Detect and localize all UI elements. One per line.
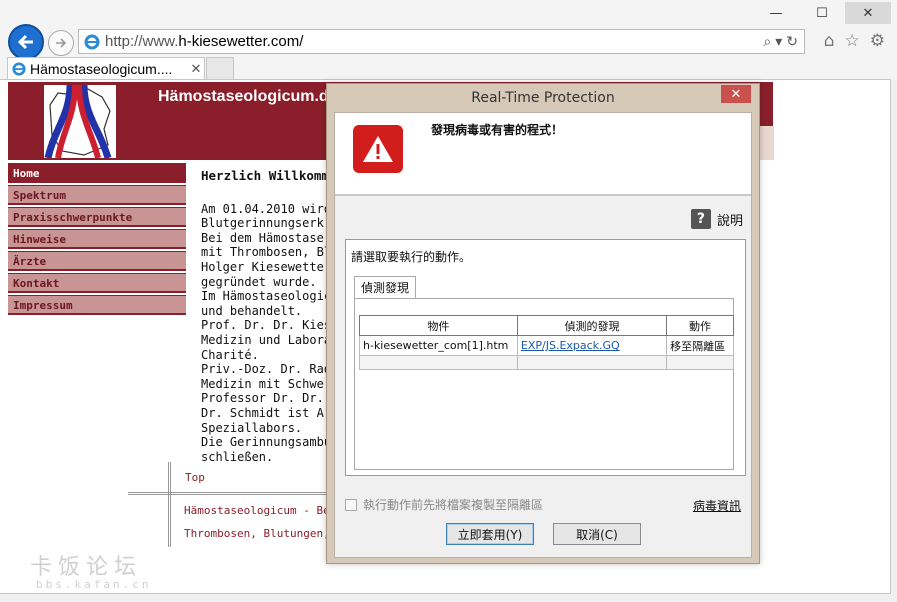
window-controls: — ☐ ✕ <box>753 2 891 24</box>
toolbar-icons: ⌂ ☆ ⚙ <box>824 31 885 51</box>
copy-to-quarantine-checkbox[interactable] <box>345 498 357 511</box>
realtime-protection-dialog: Real-Time Protection ✕ 發現病毒或有害的程式！ ? 說明 … <box>326 83 760 564</box>
help-link[interactable]: ? 說明 <box>690 209 743 229</box>
footer-line-2: Thrombosen, Blutungen, <box>184 527 330 540</box>
footer-horizontal-line <box>128 492 348 495</box>
welcome-heading: Herzlich Willkomm <box>201 169 329 183</box>
window-close-button[interactable]: ✕ <box>845 2 891 24</box>
new-tab-button[interactable] <box>206 57 234 79</box>
browser-chrome: — ☐ ✕ http://www.h-kiesewetter.com/ ⌕ ▾ … <box>0 0 897 80</box>
forward-arrow-icon <box>56 38 67 48</box>
body-line: Professor Dr. Dr. Kie <box>201 391 341 406</box>
maximize-button[interactable]: ☐ <box>799 2 845 24</box>
body-line: und behandelt. <box>201 303 303 318</box>
empty-cell <box>666 355 734 370</box>
back-button[interactable] <box>8 24 44 60</box>
gear-icon[interactable]: ⚙ <box>870 31 885 51</box>
detections-panel: 物件 偵測的發現 動作 h-kiesewetter_com[1].htm EXP… <box>354 298 734 470</box>
body-line: Dr. Schmidt ist Arzt f <box>201 405 341 420</box>
empty-cell <box>516 355 668 370</box>
address-bar[interactable]: http://www.h-kiesewetter.com/ ⌕ ▾ ↻ <box>78 29 805 54</box>
copy-to-quarantine-option[interactable]: 執行動作前先將檔案複製至隔離區 <box>345 496 543 513</box>
watermark-logo: 卡饭论坛 <box>30 555 143 580</box>
watermark-url: bbs.kafan.cn <box>36 578 152 591</box>
detections-table: 物件 偵測的發現 動作 h-kiesewetter_com[1].htm EXP… <box>359 315 734 370</box>
table-header-row: 物件 偵測的發現 動作 <box>359 315 734 336</box>
column-header-action[interactable]: 動作 <box>666 315 734 336</box>
dialog-title: Real-Time Protection <box>471 90 615 106</box>
column-header-detection[interactable]: 偵測的發現 <box>516 315 668 336</box>
cell-detection-link[interactable]: EXP/JS.Expack.GQ <box>516 335 668 356</box>
site-logo[interactable] <box>44 84 116 160</box>
body-line: Holger Kiesewetter, <box>201 259 339 274</box>
nav-item-aerzte[interactable]: Ärzte <box>8 251 186 271</box>
tab-detections[interactable]: 偵測發現 <box>354 276 417 298</box>
body-line: Im Hämostaseologic <box>201 289 332 304</box>
side-nav: Home Spektrum Praxisschwerpunkte Hinweis… <box>8 163 186 317</box>
top-link[interactable]: Top <box>185 471 205 484</box>
action-group: 請選取要執行的動作。 偵測發現 物件 偵測的發現 動作 h-kiesewette… <box>345 239 746 476</box>
nav-item-spektrum[interactable]: Spektrum <box>8 185 186 205</box>
body-line: Medizin und Laborat <box>201 332 339 347</box>
body-text: Am 01.04.2010 wird Blutgerinnungserkra B… <box>201 202 341 465</box>
dialog-close-button[interactable]: ✕ <box>721 85 751 103</box>
ie-tab-icon <box>12 62 26 76</box>
nav-item-home[interactable]: Home <box>8 163 186 183</box>
dialog-titlebar[interactable]: Real-Time Protection ✕ <box>327 84 759 112</box>
body-line: Speziallabors. <box>201 420 303 435</box>
refresh-icon[interactable]: ↻ <box>786 34 798 50</box>
tab-close-icon[interactable]: ✕ <box>188 61 204 77</box>
home-icon[interactable]: ⌂ <box>824 31 835 51</box>
address-actions: ⌕ ▾ ↻ <box>763 34 804 50</box>
help-label: 說明 <box>716 213 743 229</box>
body-line: Die Gerinnungsambul <box>201 435 339 450</box>
main-content: Herzlich Willkomm Am 01.04.2010 wird Blu… <box>201 169 341 464</box>
ie-logo-icon <box>83 33 101 51</box>
nav-item-impressum[interactable]: Impressum <box>8 295 186 315</box>
footer-line-1: Hämostaseologicum - Be <box>184 504 330 517</box>
back-arrow-icon <box>17 34 33 50</box>
cell-action[interactable]: 移至隔離區 <box>666 335 734 356</box>
body-line: Blutgerinnungserkra <box>201 216 339 231</box>
dropdown-icon[interactable]: ▾ <box>775 34 782 50</box>
url-text[interactable]: http://www.h-kiesewetter.com/ <box>105 33 763 50</box>
body-line: Bei dem Hämostase <box>201 230 324 245</box>
dialog-heading: 發現病毒或有害的程式！ <box>431 123 564 137</box>
body-line: mit Thrombosen, Blu <box>201 245 339 260</box>
url-prefix: http://www. <box>105 33 179 50</box>
column-header-object[interactable]: 物件 <box>359 315 518 336</box>
url-domain: h-kiesewetter.com/ <box>178 33 304 50</box>
header-photo <box>758 126 774 160</box>
tab-title: Hämostaseologicum.... <box>30 61 173 77</box>
apply-now-button[interactable]: 立即套用(Y) <box>446 523 534 545</box>
action-prompt: 請選取要執行的動作。 <box>351 250 472 264</box>
nav-item-praxisschwerpunkte[interactable]: Praxisschwerpunkte <box>8 207 186 227</box>
warning-icon <box>353 125 403 173</box>
body-line: Priv.-Doz. Dr. Radtke <box>201 362 341 377</box>
site-title: Hämostaseologicum.d <box>158 88 329 105</box>
forward-button[interactable] <box>48 30 74 56</box>
search-icon[interactable]: ⌕ <box>763 34 771 50</box>
table-row[interactable]: h-kiesewetter_com[1].htm EXP/JS.Expack.G… <box>359 335 734 356</box>
body-line: gegründet wurde. <box>201 274 317 289</box>
virus-info-link[interactable]: 病毒資訊 <box>693 497 741 514</box>
empty-cell <box>359 355 518 370</box>
body-line: Charité. <box>201 347 259 362</box>
dialog-banner: 發現病毒或有害的程式！ <box>335 113 751 196</box>
favorites-star-icon[interactable]: ☆ <box>845 31 860 51</box>
body-line: Prof. Dr. Dr. Kiesewe <box>201 318 341 333</box>
body-line: Am 01.04.2010 wird <box>201 201 332 216</box>
table-row-empty <box>359 355 734 370</box>
help-question-icon: ? <box>690 209 711 229</box>
dialog-body: 發現病毒或有害的程式！ ? 說明 請選取要執行的動作。 偵測發現 物件 偵測的發… <box>334 112 752 558</box>
cancel-button[interactable]: 取消(C) <box>553 523 641 545</box>
nav-item-hinweise[interactable]: Hinweise <box>8 229 186 249</box>
cell-object: h-kiesewetter_com[1].htm <box>359 335 518 356</box>
browser-tab[interactable]: Hämostaseologicum.... ✕ <box>7 57 205 80</box>
footer-vertical-line <box>168 462 171 547</box>
body-line: Medizin mit Schwerp <box>201 376 339 391</box>
minimize-button[interactable]: — <box>753 2 799 24</box>
nav-item-kontakt[interactable]: Kontakt <box>8 273 186 293</box>
copy-to-quarantine-label: 執行動作前先將檔案複製至隔離區 <box>363 498 544 512</box>
